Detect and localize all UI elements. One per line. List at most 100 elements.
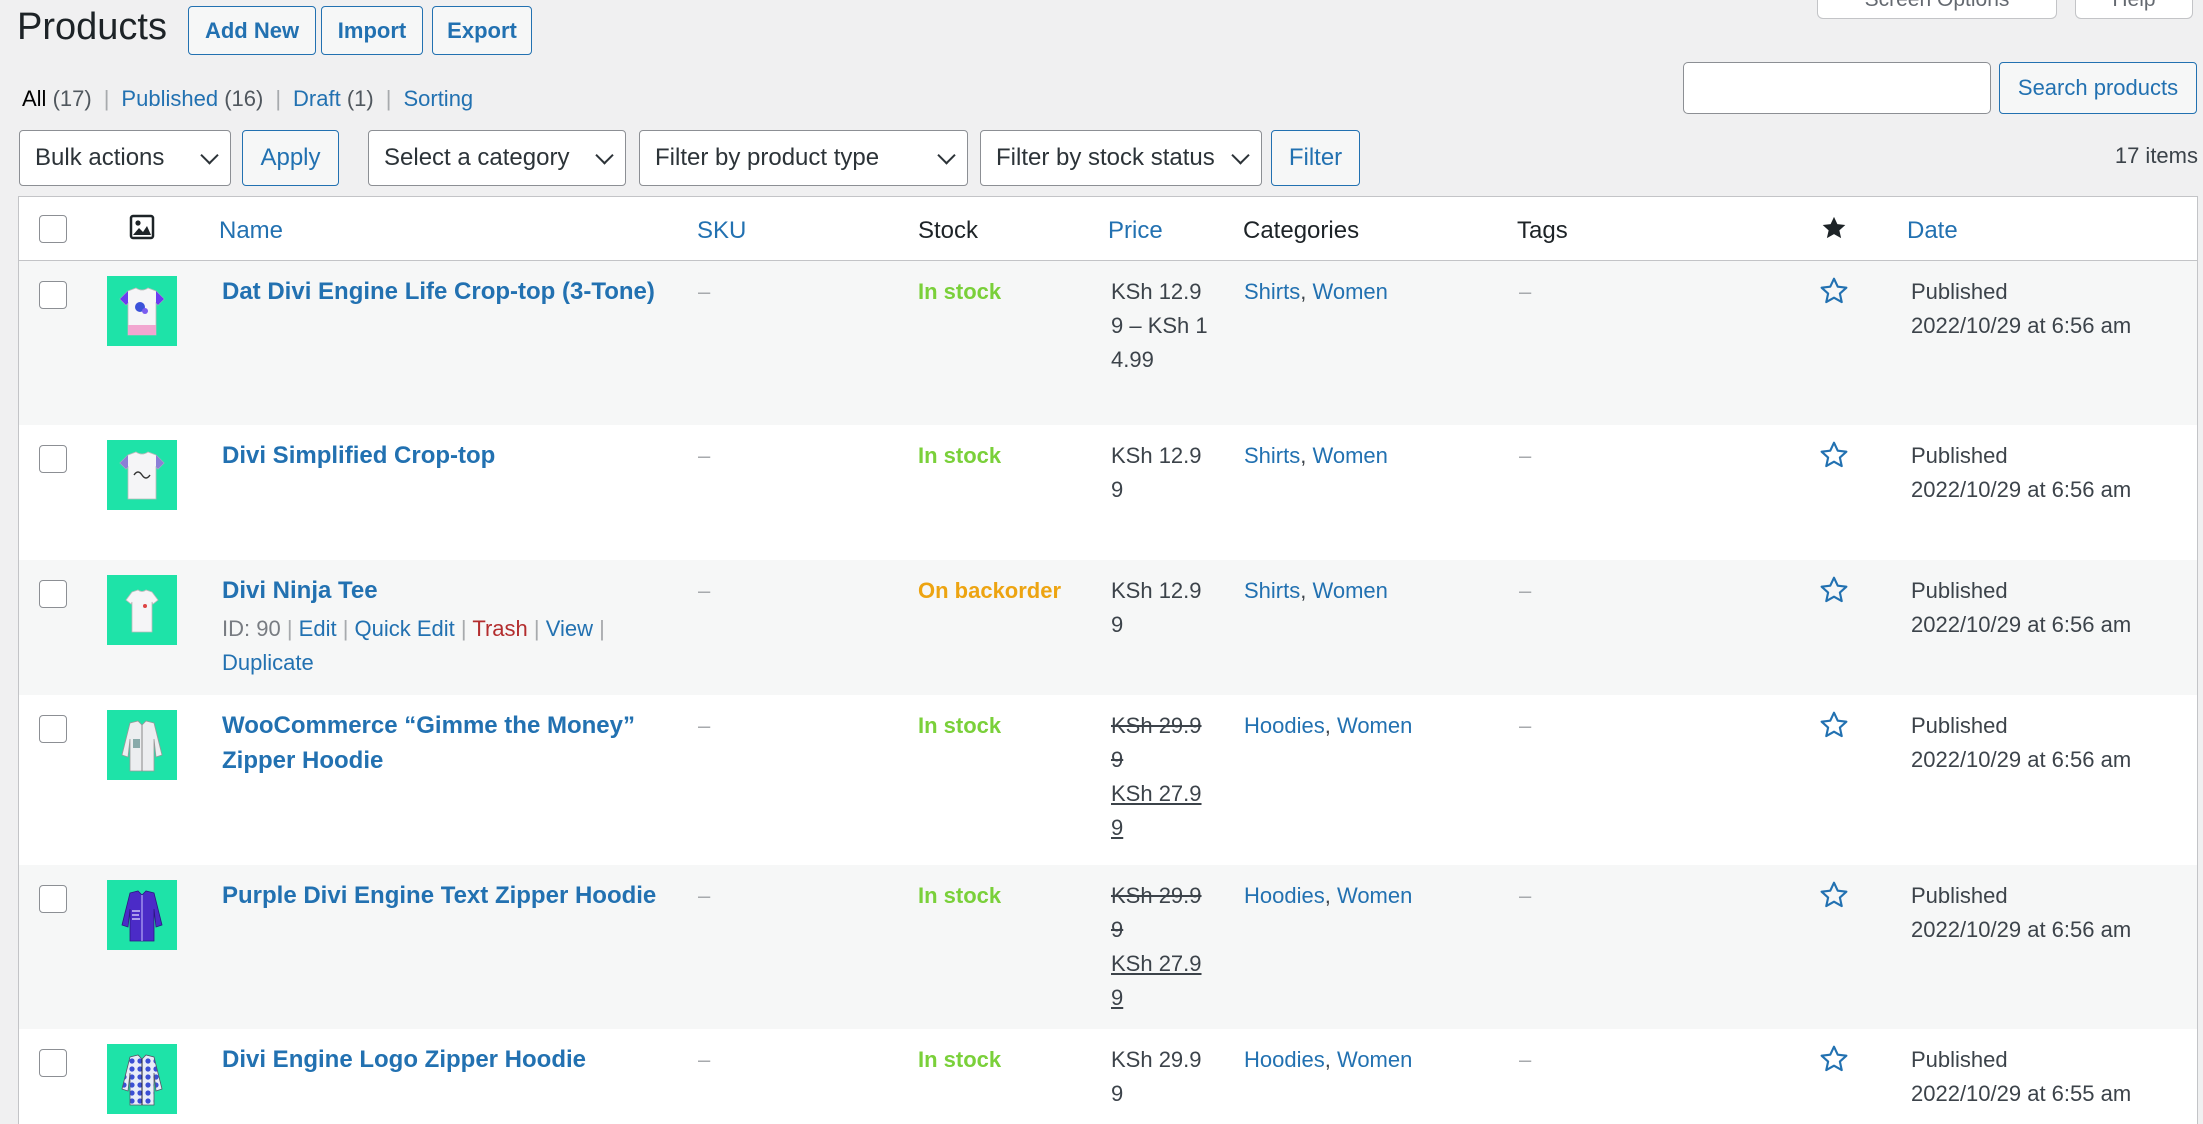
help-tab[interactable]: Help (2075, 0, 2193, 19)
category-link[interactable]: Hoodies (1244, 713, 1325, 738)
featured-star-icon[interactable] (1820, 214, 1848, 247)
category-link[interactable]: Hoodies (1244, 1047, 1325, 1072)
sale-price: KSh 27.99 (1111, 951, 1202, 1010)
apply-button[interactable]: Apply (242, 130, 339, 186)
table-row: Purple Divi Engine Text Zipper Hoodie – … (19, 865, 2197, 1029)
chevron-down-icon (200, 146, 219, 165)
row-actions: ID: 90 | Edit | Quick Edit | Trash | Vie… (222, 616, 605, 675)
quick-edit-link[interactable]: Quick Edit (355, 616, 455, 641)
product-type-value: Filter by product type (655, 144, 880, 171)
table-header: Name SKU Stock Price Categories Tags Dat… (19, 197, 2197, 261)
category-select[interactable]: Select a category (368, 130, 626, 186)
column-name[interactable]: Name (219, 217, 283, 245)
select-all-checkbox[interactable] (39, 215, 67, 243)
category-link[interactable]: Shirts (1244, 443, 1300, 468)
product-categories: Hoodies, Women (1244, 713, 1413, 738)
column-date[interactable]: Date (1907, 217, 1958, 245)
view-link[interactable]: View (546, 616, 593, 641)
stock-status: In stock (918, 713, 1002, 738)
image-icon (129, 214, 155, 245)
product-id: ID: 90 (222, 616, 281, 641)
items-count: 17 items (2114, 143, 2198, 168)
star-outline-icon[interactable] (1818, 709, 1850, 746)
tags-value: – (1519, 279, 1532, 304)
duplicate-link[interactable]: Duplicate (222, 650, 314, 675)
star-outline-icon[interactable] (1818, 1043, 1850, 1080)
product-thumbnail[interactable] (107, 710, 177, 780)
search-products-button[interactable]: Search products (1999, 62, 2197, 114)
product-thumbnail[interactable] (107, 575, 177, 645)
product-name[interactable]: WooCommerce “Gimme the Money” Zipper Hoo… (222, 708, 662, 778)
column-categories: Categories (1243, 217, 1360, 244)
category-link[interactable]: Women (1312, 578, 1387, 603)
publish-date: 2022/10/29 at 6:56 am (1911, 612, 2132, 637)
view-published[interactable]: Published (16) (121, 86, 263, 112)
regular-price: KSh 29.99 (1111, 883, 1202, 942)
row-checkbox[interactable] (39, 445, 67, 473)
star-outline-icon[interactable] (1818, 439, 1850, 476)
category-link[interactable]: Women (1337, 883, 1412, 908)
view-draft[interactable]: Draft (1) (293, 86, 374, 112)
star-outline-icon[interactable] (1818, 275, 1850, 312)
price: KSh 29.99 KSh 27.99 (1111, 709, 1211, 845)
search-input[interactable] (1683, 62, 1991, 114)
filter-button[interactable]: Filter (1271, 130, 1360, 186)
product-name[interactable]: Divi Ninja Tee (222, 573, 378, 608)
column-stock: Stock (918, 217, 979, 244)
product-categories: Shirts, Women (1244, 279, 1388, 304)
product-thumbnail[interactable] (107, 1044, 177, 1114)
category-link[interactable]: Women (1312, 279, 1387, 304)
row-checkbox[interactable] (39, 281, 67, 309)
stock-status: In stock (918, 279, 1002, 304)
category-link[interactable]: Shirts (1244, 578, 1300, 603)
publish-date: 2022/10/29 at 6:55 am (1911, 1081, 2132, 1106)
category-link[interactable]: Hoodies (1244, 883, 1325, 908)
row-checkbox[interactable] (39, 885, 67, 913)
view-sorting[interactable]: Sorting (403, 86, 473, 112)
star-outline-icon[interactable] (1818, 879, 1850, 916)
post-status: Published (1911, 279, 2008, 304)
product-type-select[interactable]: Filter by product type (639, 130, 968, 186)
row-checkbox[interactable] (39, 715, 67, 743)
price: KSh 29.99 (1111, 1047, 1202, 1106)
category-link[interactable]: Shirts (1244, 279, 1300, 304)
view-all[interactable]: All (17) (22, 86, 92, 112)
product-name[interactable]: Dat Divi Engine Life Crop-top (3-Tone) (222, 274, 662, 309)
screen-options-tab[interactable]: Screen Options (1817, 0, 2057, 19)
post-status: Published (1911, 1047, 2008, 1072)
product-name[interactable]: Divi Engine Logo Zipper Hoodie (222, 1042, 586, 1077)
table-row: Divi Engine Logo Zipper Hoodie – In stoc… (19, 1029, 2197, 1124)
product-name[interactable]: Purple Divi Engine Text Zipper Hoodie (222, 878, 656, 913)
product-categories: Shirts, Women (1244, 578, 1388, 603)
import-button[interactable]: Import (321, 6, 423, 55)
add-new-button[interactable]: Add New (188, 6, 316, 55)
products-table: Name SKU Stock Price Categories Tags Dat… (18, 196, 2198, 1124)
table-row: Dat Divi Engine Life Crop-top (3-Tone) –… (19, 261, 2197, 425)
category-link[interactable]: Women (1337, 1047, 1412, 1072)
product-name[interactable]: Divi Simplified Crop-top (222, 438, 495, 473)
product-thumbnail[interactable] (107, 276, 177, 346)
export-button[interactable]: Export (432, 6, 532, 55)
trash-link[interactable]: Trash (472, 616, 527, 641)
date-cell: Published 2022/10/29 at 6:56 am (1911, 574, 2131, 642)
column-sku[interactable]: SKU (697, 217, 746, 245)
product-thumbnail[interactable] (107, 440, 177, 510)
column-tags: Tags (1517, 217, 1568, 244)
category-link[interactable]: Women (1312, 443, 1387, 468)
publish-date: 2022/10/29 at 6:56 am (1911, 313, 2132, 338)
category-link[interactable]: Women (1337, 713, 1412, 738)
tags-value: – (1519, 443, 1532, 468)
row-checkbox[interactable] (39, 1049, 67, 1077)
screen-options-label: Screen Options (1865, 0, 2010, 12)
price: KSh 12.99 – KSh 14.99 (1111, 279, 1208, 372)
product-thumbnail[interactable] (107, 880, 177, 950)
post-status: Published (1911, 883, 2008, 908)
post-status: Published (1911, 713, 2008, 738)
star-outline-icon[interactable] (1818, 574, 1850, 611)
stock-status-select[interactable]: Filter by stock status (980, 130, 1262, 186)
column-price[interactable]: Price (1108, 217, 1163, 245)
bulk-actions-select[interactable]: Bulk actions (19, 130, 231, 186)
sku-value: – (698, 713, 711, 738)
row-checkbox[interactable] (39, 580, 67, 608)
edit-link[interactable]: Edit (299, 616, 337, 641)
